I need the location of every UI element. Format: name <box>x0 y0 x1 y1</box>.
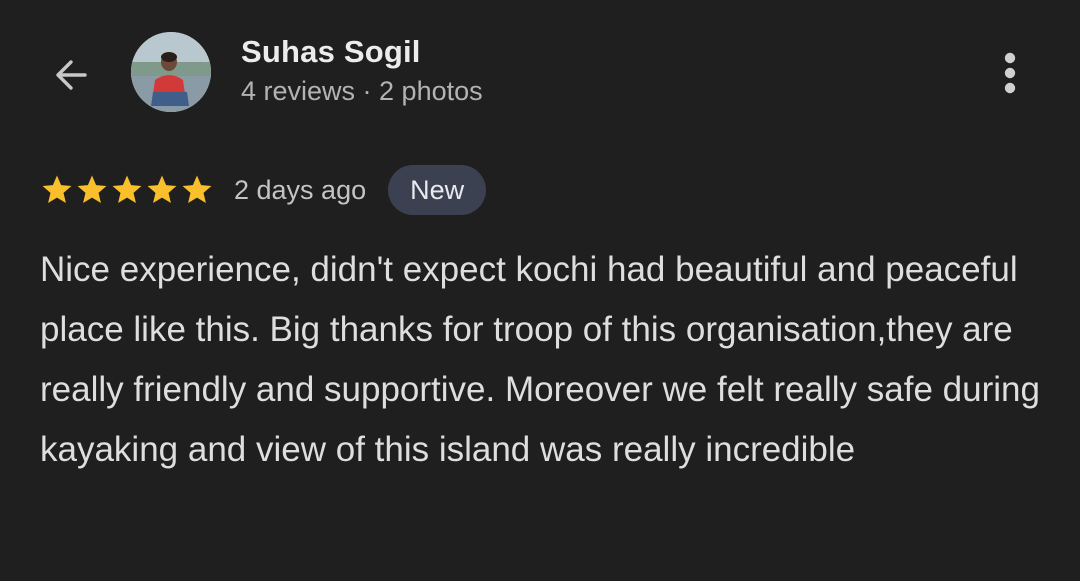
star-rating <box>40 173 214 207</box>
more-options-button[interactable] <box>988 46 1032 100</box>
more-vert-icon <box>1004 52 1016 94</box>
star-filled-icon <box>147 175 177 204</box>
star-filled-icon <box>112 175 142 204</box>
user-name[interactable]: Suhas Sogil <box>241 34 421 70</box>
arrow-left-icon <box>56 60 87 90</box>
star-filled-icon <box>182 175 212 204</box>
star-filled-icon <box>42 175 72 204</box>
back-button[interactable] <box>44 48 98 102</box>
review-header: Suhas Sogil 4 reviews · 2 photos <box>0 0 1080 140</box>
star-filled-icon <box>77 175 107 204</box>
user-photo <box>131 32 211 112</box>
avatar[interactable] <box>131 32 211 112</box>
review-text: Nice experience, didn't expect kochi had… <box>40 250 1040 469</box>
new-badge: New <box>388 165 487 215</box>
review-time: 2 days ago <box>234 174 367 205</box>
rating-row: 2 days ago New <box>40 164 487 216</box>
user-meta: 4 reviews · 2 photos <box>241 76 483 106</box>
